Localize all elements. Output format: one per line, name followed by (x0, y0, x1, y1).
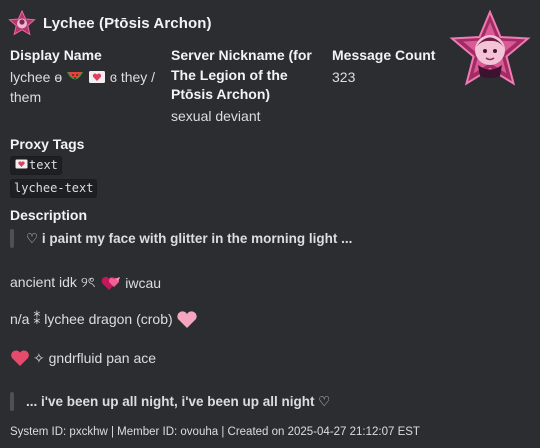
description-line-3-text: ✧ gndrfluid pan ace (33, 349, 157, 366)
character-star-portrait-icon[interactable] (448, 10, 532, 94)
display-name-line2: them (10, 89, 42, 105)
server-nickname-title-line3: Ptōsis Archon) (171, 86, 271, 102)
proxy-tag-1-text: text (29, 158, 58, 172)
server-nickname-title-line2: The Legion of the (171, 66, 288, 83)
quote-bar (10, 229, 14, 248)
quote-text: ... i've been up all night, i've been up… (26, 393, 331, 409)
description-line-1-tail: iwcau (125, 275, 162, 291)
server-nickname-title-line1: Server Nickname (for (171, 47, 312, 63)
embed-footer: System ID: pxckhw | Member ID: ovouha | … (10, 426, 420, 438)
pink-heart-emoji (176, 311, 197, 328)
author-name[interactable]: Lychee (Ptōsis Archon) (43, 15, 212, 32)
description-quote-2: ... i've been up all night, i've been up… (10, 392, 330, 411)
embed-card: Lychee (Ptōsis Archon) Display Name lych… (0, 0, 540, 448)
heart-emoji (11, 350, 29, 366)
description-line-1-text: ancient idk ୨ৎ (10, 274, 96, 290)
field-title: Description (10, 207, 88, 223)
description-line-3: ✧ gndrfluid pan ace (10, 349, 156, 367)
field-title: Server Nickname (for The Legion of the P… (171, 46, 331, 105)
message-count-value: 323 (332, 69, 356, 85)
pink-star-avatar-icon[interactable] (8, 10, 36, 36)
embed-author: Lychee (Ptōsis Archon) (8, 10, 212, 36)
description-quote-1: ♡ i paint my face with glitter in the mo… (10, 229, 352, 248)
proxy-tag-code: text (10, 156, 62, 175)
description-line-1: ancient idk ୨ৎ iwcau (10, 271, 161, 295)
server-nickname-value: sexual deviant (171, 107, 261, 124)
field-title: Message Count (332, 47, 436, 63)
proxy-tag-2-code: lychee-text (10, 179, 98, 198)
quote-bar (10, 392, 14, 411)
proxy-tag-1: text (10, 156, 97, 175)
display-name-suffix: ɞ they / (109, 69, 156, 85)
field-server-nickname: Server Nickname (for The Legion of the P… (171, 46, 331, 126)
field-display-name: Display Name lychee ɵ ɞ they / them (10, 46, 168, 107)
heart-letter-emoji (15, 159, 28, 169)
heart-letter-emoji (88, 71, 105, 83)
watermelon-emoji (67, 72, 84, 80)
description-line-2-text: n/a ⁑ lychee dragon (crob) (10, 311, 173, 327)
field-title: Proxy Tags (10, 136, 85, 152)
proxy-tag-2: lychee-text (10, 179, 98, 198)
field-description-title: Description (10, 206, 87, 225)
field-value: lychee ɵ ɞ they / them (10, 67, 168, 107)
quote-text: ♡ i paint my face with glitter in the mo… (26, 230, 353, 246)
display-name-prefix: lychee ɵ (10, 69, 63, 85)
pink-hearts-emoji (101, 276, 121, 290)
field-message-count: Message Count 323 (332, 46, 442, 87)
field-proxy-tags: Proxy Tags text lychee-text (10, 135, 98, 198)
description-line-2: n/a ⁑ lychee dragon (crob) (10, 310, 198, 329)
field-title: Display Name (10, 47, 102, 63)
